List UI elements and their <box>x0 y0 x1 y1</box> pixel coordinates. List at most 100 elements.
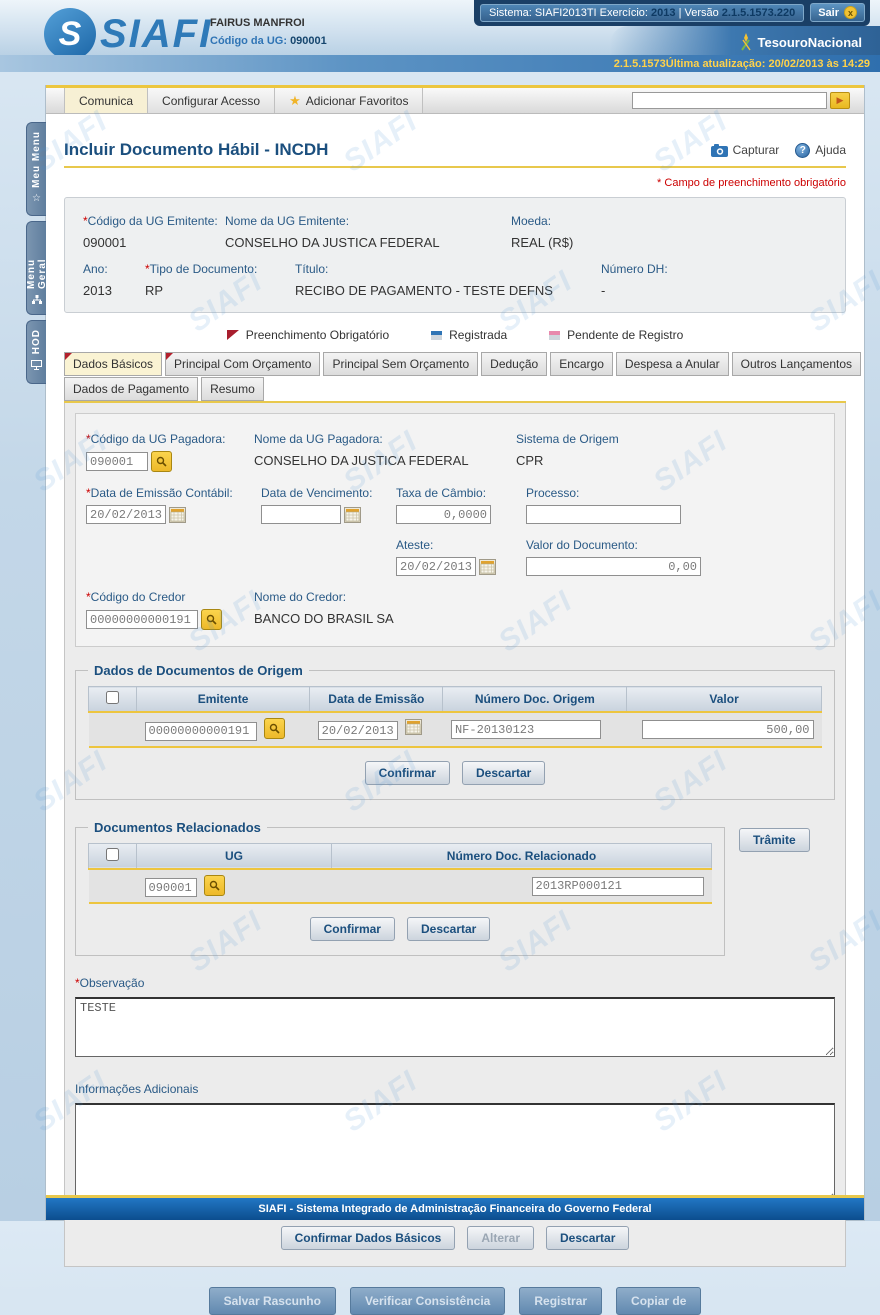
observacao-block: *Observação TESTE <box>75 974 835 1062</box>
col-emitente: Emitente <box>137 687 310 713</box>
tipo-documento-label: Tipo de Documento: <box>150 262 258 276</box>
main-container: Comunica Configurar Acesso ★ Adicionar F… <box>45 85 865 1221</box>
adicionar-favoritos-label: Adicionar Favoritos <box>306 94 409 108</box>
ajuda-action[interactable]: ? Ajuda <box>795 143 846 158</box>
calendar-icon <box>170 508 185 522</box>
tab-principal-com-orcamento[interactable]: Principal Com Orçamento <box>165 352 320 376</box>
codigo-credor-lookup-button[interactable] <box>201 609 222 630</box>
tab-deducao[interactable]: Dedução <box>481 352 547 376</box>
top-toolbar: Comunica Configurar Acesso ★ Adicionar F… <box>46 85 864 114</box>
codigo-credor-input[interactable] <box>86 610 198 629</box>
confirmar-dados-basicos-button[interactable]: Confirmar Dados Básicos <box>281 1226 456 1250</box>
toolbar-item-comunica[interactable]: Comunica <box>64 88 148 113</box>
ug-label: Código da UG: <box>210 35 287 47</box>
tab-outros-lancamentos[interactable]: Outros Lançamentos <box>732 352 861 376</box>
toolbar-item-configurar-acesso[interactable]: Configurar Acesso <box>148 88 275 113</box>
treasury-torch-icon <box>738 32 754 52</box>
tab-principal-sem-orcamento[interactable]: Principal Sem Orçamento <box>323 352 478 376</box>
registrar-button: Registrar <box>519 1287 602 1315</box>
field-tipo-documento: *Tipo de Documento: RP <box>145 262 295 298</box>
valor-documento-input[interactable] <box>526 557 701 576</box>
origem-numero-input[interactable] <box>451 720 601 739</box>
data-emissao-calendar-button[interactable] <box>169 507 186 523</box>
required-note: * Campo de preenchimento obrigatório <box>64 177 846 189</box>
col-ug: UG <box>137 843 332 869</box>
origem-emitente-input[interactable] <box>145 722 257 741</box>
verificar-consistencia-button: Verificar Consistência <box>350 1287 505 1315</box>
toolbar-item-adicionar-favoritos[interactable]: ★ Adicionar Favoritos <box>275 88 423 113</box>
origem-emitente-lookup-button[interactable] <box>264 718 285 739</box>
legend-obrigatorio-label: Preenchimento Obrigatório <box>246 328 389 342</box>
relacionado-ug-input[interactable] <box>145 878 197 897</box>
relacionados-confirmar-button[interactable]: Confirmar <box>310 917 395 941</box>
field-data-vencimento: Data de Vencimento: <box>261 486 396 524</box>
required-flag-icon <box>227 330 239 340</box>
descartar-dados-basicos-button[interactable]: Descartar <box>546 1226 629 1250</box>
logout-button[interactable]: Sair x <box>810 3 865 22</box>
taxa-cambio-input[interactable] <box>396 505 491 524</box>
field-nome-ug-emitente: Nome da UG Emitente: CONSELHO DA JUSTICA… <box>225 214 511 250</box>
tab-despesa-a-anular[interactable]: Despesa a Anular <box>616 352 729 376</box>
user-block: FAIRUS MANFROI Código da UG: 090001 <box>210 17 327 47</box>
tab-resumo[interactable]: Resumo <box>201 377 264 401</box>
ug-pagadora-lookup-button[interactable] <box>151 451 172 472</box>
field-nome-credor: Nome do Credor: BANCO DO BRASIL SA <box>254 590 516 626</box>
sidebar-item-hod[interactable]: HOD <box>26 320 46 384</box>
data-vencimento-calendar-button[interactable] <box>344 507 361 523</box>
docs-origem-select-all-checkbox[interactable] <box>106 691 119 704</box>
informacoes-adicionais-textarea[interactable] <box>75 1103 835 1203</box>
band-update: Última atualização: 20/02/2013 às 14:29 <box>666 58 870 70</box>
ateste-input[interactable] <box>396 557 476 576</box>
nome-pagadora-value: CONSELHO DA JUSTICA FEDERAL <box>254 453 516 468</box>
magnifier-icon <box>156 456 167 467</box>
search-go-button[interactable]: ▶ <box>830 92 850 109</box>
relacionado-numero-input[interactable] <box>532 877 704 896</box>
origem-valor-input[interactable] <box>642 720 814 739</box>
ateste-calendar-button[interactable] <box>479 559 496 575</box>
origem-confirmar-button[interactable]: Confirmar <box>365 761 450 785</box>
relacionados-descartar-button[interactable]: Descartar <box>407 917 490 941</box>
siafi-logo-text: SIAFI <box>100 12 212 57</box>
tramite-button[interactable]: Trâmite <box>739 828 810 852</box>
titulo-value: RECIBO DE PAGAMENTO - TESTE DEFNS <box>295 283 601 298</box>
treasury-brand: TesouroNacional <box>738 32 862 52</box>
origem-descartar-button[interactable]: Descartar <box>462 761 545 785</box>
col-valor: Valor <box>627 687 822 713</box>
origem-data-calendar-button[interactable] <box>405 719 422 735</box>
processo-input[interactable] <box>526 505 681 524</box>
version-label: | Versão <box>679 7 719 19</box>
monitor-icon <box>31 360 42 373</box>
tab-encargo[interactable]: Encargo <box>550 352 613 376</box>
field-processo: Processo: <box>526 486 824 524</box>
origem-data-input[interactable] <box>318 721 398 740</box>
docs-relacionados-select-all-checkbox[interactable] <box>106 848 119 861</box>
ug-value: 090001 <box>290 35 327 47</box>
docs-relacionados-fieldset: Documentos Relacionados UG Número Doc. R… <box>75 820 725 957</box>
ug-pagadora-input[interactable] <box>86 452 148 471</box>
tab-dados-de-pagamento[interactable]: Dados de Pagamento <box>64 377 198 401</box>
informacoes-adicionais-block: Informações Adicionais <box>75 1080 835 1208</box>
sidebar-item-meu-menu[interactable]: Meu Menu ☆ <box>26 122 46 216</box>
search-input[interactable] <box>632 92 827 109</box>
capturar-action[interactable]: Capturar <box>711 143 780 157</box>
app-footer: SIAFI - Sistema Integrado de Administraç… <box>46 1195 864 1220</box>
tipo-documento-value: RP <box>145 283 295 298</box>
docs-origem-table: Emitente Data de Emissão Número Doc. Ori… <box>88 686 822 748</box>
data-vencimento-input[interactable] <box>261 505 341 524</box>
sidebar-meu-menu-label: Meu Menu <box>31 131 42 188</box>
moeda-value: REAL (R$) <box>511 235 845 250</box>
toolbar-search: ▶ <box>632 88 864 113</box>
relacionado-ug-lookup-button[interactable] <box>204 875 225 896</box>
field-sistema-origem: Sistema de Origem CPR <box>516 432 824 468</box>
observacao-textarea[interactable]: TESTE <box>75 997 835 1057</box>
field-data-emissao: *Data de Emissão Contábil: <box>86 486 261 524</box>
pendente-icon <box>549 331 560 340</box>
siafi-logo-icon: S <box>44 8 96 60</box>
observacao-label: Observação <box>80 976 145 990</box>
codigo-credor-label: Código do Credor <box>91 590 186 604</box>
legend-pendente-label: Pendente de Registro <box>567 328 683 342</box>
sidebar-item-menu-geral[interactable]: Menu Geral <box>26 221 46 315</box>
tab-dados-basicos[interactable]: Dados Básicos <box>64 352 162 376</box>
data-emissao-input[interactable] <box>86 505 166 524</box>
calendar-icon <box>480 560 495 574</box>
